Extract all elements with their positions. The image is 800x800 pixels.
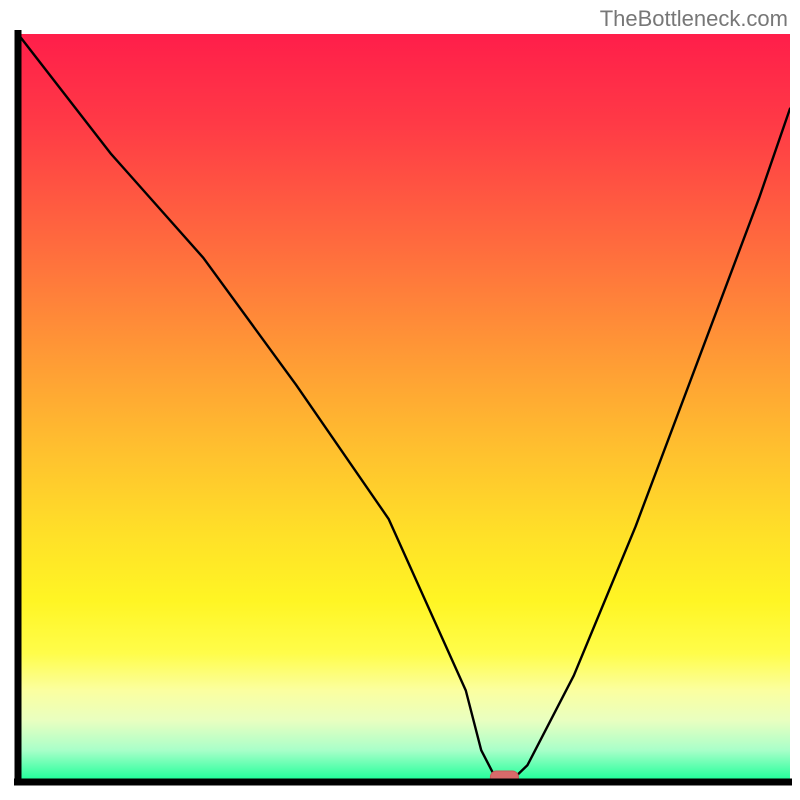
curve-svg: [18, 34, 790, 780]
plot-area: [18, 34, 790, 780]
bottleneck-chart: TheBottleneck.com: [0, 0, 800, 800]
optimal-point-marker: [490, 771, 518, 780]
watermark-text: TheBottleneck.com: [600, 6, 788, 32]
bottleneck-curve: [18, 34, 790, 780]
